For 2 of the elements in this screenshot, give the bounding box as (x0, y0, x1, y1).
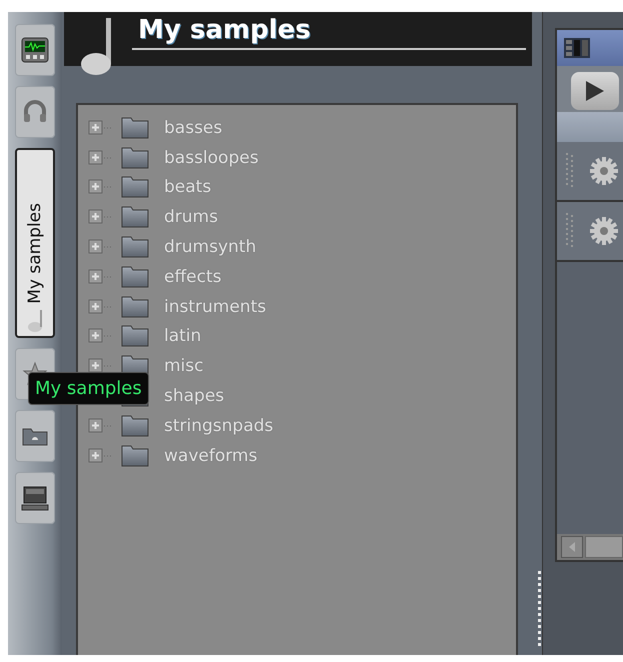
tab-label: My samples (25, 203, 45, 304)
browser-title: My samples (132, 12, 526, 50)
